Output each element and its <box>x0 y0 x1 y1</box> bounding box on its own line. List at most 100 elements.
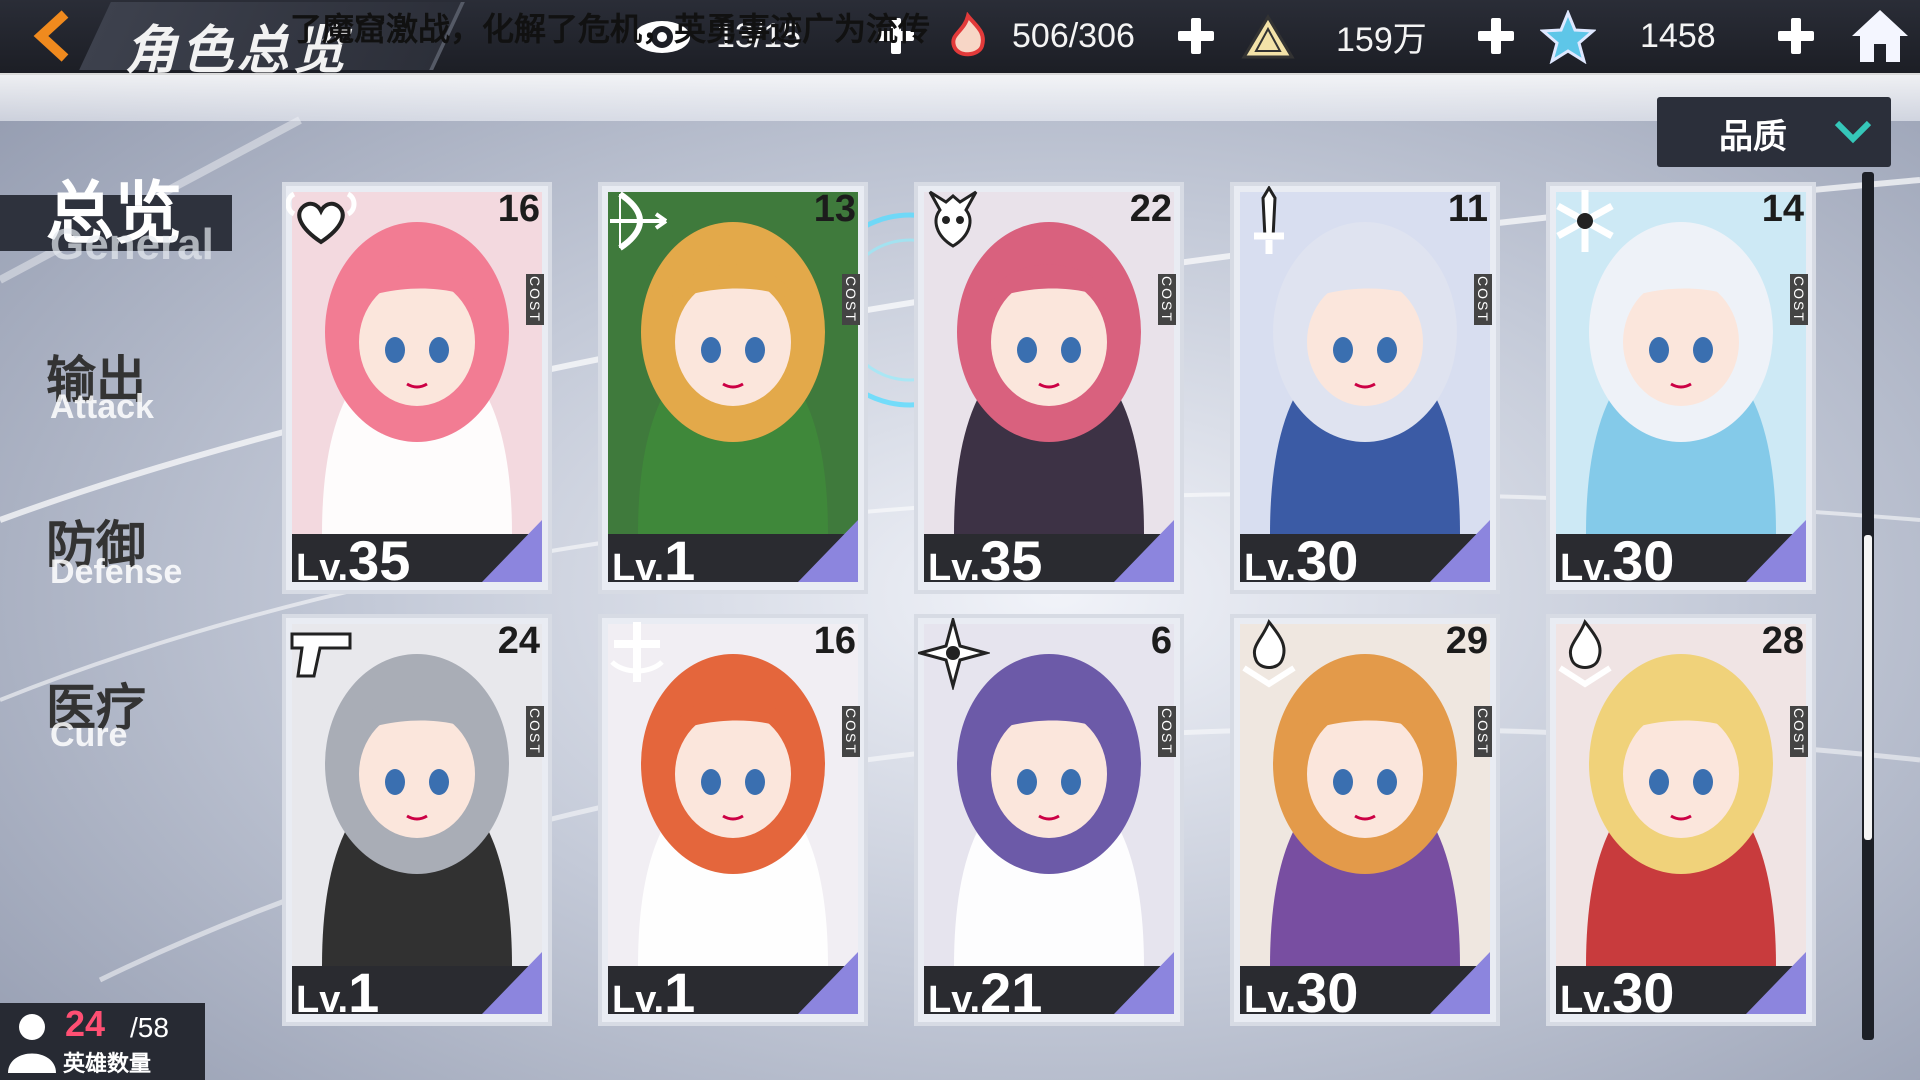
cost-label: COST <box>1790 706 1808 757</box>
resource-energy: 506/306 <box>938 0 1135 73</box>
rarity-corner <box>1114 952 1174 1014</box>
cost-label: COST <box>842 706 860 757</box>
hero-cost: 16 <box>497 188 540 230</box>
hero-level: Lv.35 <box>296 528 411 592</box>
snowflake-icon <box>1556 190 1614 252</box>
hero-card[interactable]: 13 COST Lv.1 <box>598 182 868 594</box>
hero-cost: 24 <box>497 620 540 662</box>
level-number: 1 <box>664 529 696 592</box>
hero-level: Lv.30 <box>1560 960 1675 1024</box>
rarity-corner <box>1430 520 1490 582</box>
level-number: 30 <box>1296 529 1359 592</box>
hero-card[interactable]: 16 COST Lv.35 <box>282 182 552 594</box>
hero-cost: 14 <box>1761 188 1804 230</box>
hero-count-label: 英雄数量 <box>63 1052 152 1077</box>
add-stars-button[interactable] <box>1774 14 1818 58</box>
rarity-corner <box>798 520 858 582</box>
heart-wings-icon <box>286 191 357 245</box>
hero-card[interactable]: 29 COST Lv.30 <box>1230 614 1500 1026</box>
sort-label: 品质 <box>1719 117 1787 157</box>
gold-value: 159万 <box>1336 21 1427 59</box>
rarity-corner <box>1746 520 1806 582</box>
hero-card[interactable]: 24 COST Lv.1 <box>282 614 552 1026</box>
tab-general[interactable]: 总览 General <box>0 150 260 270</box>
tab-cure[interactable]: 医疗 Cure <box>0 668 260 788</box>
hero-card[interactable]: 22 COST Lv.35 <box>914 182 1184 594</box>
star-icon <box>1538 7 1598 67</box>
level-number: 30 <box>1612 961 1675 1024</box>
hero-cost: 16 <box>813 620 856 662</box>
level-prefix: Lv. <box>928 547 981 589</box>
bow-icon <box>610 191 668 251</box>
cost-label: COST <box>1158 706 1176 757</box>
hero-level: Lv.1 <box>612 528 696 592</box>
demon-skull-icon <box>928 190 978 248</box>
hero-card[interactable]: 14 COST Lv.30 <box>1546 182 1816 594</box>
announcement-bar <box>0 73 1920 121</box>
shuriken-icon <box>918 618 990 690</box>
tab-general-sublabel: General <box>50 220 214 269</box>
hero-card[interactable]: 6 COST Lv.21 <box>914 614 1184 1026</box>
level-prefix: Lv. <box>612 547 665 589</box>
add-gold-button[interactable] <box>1474 14 1518 58</box>
hero-card[interactable]: 11 COST Lv.30 <box>1230 182 1500 594</box>
cross-emblem-icon <box>610 622 664 682</box>
level-prefix: Lv. <box>928 979 981 1021</box>
cost-label: COST <box>526 274 544 325</box>
person-icon <box>8 1014 56 1073</box>
level-prefix: Lv. <box>296 979 349 1021</box>
scrollbar-thumb[interactable] <box>1864 535 1872 840</box>
cost-label: COST <box>1474 706 1492 757</box>
hero-card[interactable]: 28 COST Lv.30 <box>1546 614 1816 1026</box>
resource-stars: 1458 <box>1538 0 1716 73</box>
add-energy-button[interactable] <box>1174 14 1218 58</box>
cost-label: COST <box>1474 274 1492 325</box>
home-button[interactable] <box>1848 6 1912 66</box>
resource-gold: 159万 <box>1238 0 1427 73</box>
hero-count-current: 24 <box>65 1003 106 1044</box>
back-button[interactable] <box>12 6 92 66</box>
level-prefix: Lv. <box>1244 547 1297 589</box>
cost-label: COST <box>1158 274 1176 325</box>
rarity-corner <box>482 952 542 1014</box>
hero-level: Lv.21 <box>928 960 1043 1024</box>
tab-attack[interactable]: 输出 Attack <box>0 340 260 460</box>
level-number: 21 <box>980 961 1043 1024</box>
hero-level: Lv.35 <box>928 528 1043 592</box>
level-prefix: Lv. <box>296 547 349 589</box>
flame-emblem-icon <box>1242 619 1296 688</box>
hero-level: Lv.30 <box>1244 960 1358 1022</box>
level-number: 30 <box>1612 529 1675 592</box>
hero-cost: 13 <box>813 188 856 230</box>
tab-attack-sublabel: Attack <box>50 388 154 426</box>
tab-defense-sublabel: Defense <box>50 553 183 591</box>
gun-icon <box>290 632 352 678</box>
hero-cost: 29 <box>1445 620 1488 662</box>
level-number: 1 <box>348 961 380 1024</box>
hero-count-max: /58 <box>130 1012 169 1043</box>
hero-cost: 22 <box>1129 188 1172 230</box>
pyramid-icon <box>1238 7 1298 67</box>
hero-cost: 11 <box>1447 188 1488 230</box>
level-number: 1 <box>664 961 696 1024</box>
tab-cure-sublabel: Cure <box>50 716 128 754</box>
hero-cost: 6 <box>1150 620 1172 662</box>
level-prefix: Lv. <box>1560 979 1613 1021</box>
rarity-corner <box>1114 520 1174 582</box>
tab-defense[interactable]: 防御 Defense <box>0 505 260 625</box>
cost-label: COST <box>842 274 860 325</box>
sort-dropdown[interactable]: 品质 <box>1657 97 1891 167</box>
energy-value: 506/306 <box>1012 17 1135 55</box>
rarity-corner <box>1746 952 1806 1014</box>
hero-card[interactable]: 16 COST Lv.1 <box>598 614 868 1026</box>
hero-level: Lv.1 <box>612 960 696 1024</box>
rarity-corner <box>482 520 542 582</box>
home-icon <box>1852 10 1908 62</box>
flame-hand-icon <box>938 7 998 67</box>
level-prefix: Lv. <box>1244 979 1297 1021</box>
level-number: 35 <box>980 529 1043 592</box>
level-prefix: Lv. <box>1560 547 1613 589</box>
level-number: 35 <box>348 529 411 592</box>
stars-value: 1458 <box>1640 17 1716 55</box>
hero-level: Lv.1 <box>296 960 380 1024</box>
